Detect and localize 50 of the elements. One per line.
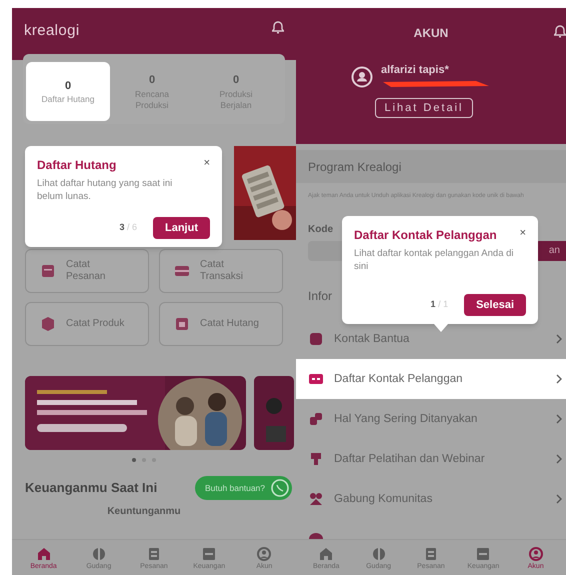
tooltip-title: Daftar Kontak Pelanggan bbox=[354, 228, 497, 244]
nav-icon bbox=[370, 546, 387, 562]
nav-icon bbox=[36, 546, 52, 562]
nav-icon bbox=[318, 546, 334, 562]
menu-icon bbox=[308, 451, 324, 468]
user-name: alfarizi tapis* bbox=[381, 64, 450, 78]
avatar-icon bbox=[351, 66, 373, 88]
nav-icon bbox=[528, 546, 544, 562]
menu-item[interactable]: Hal Yang Sering Ditanyakan bbox=[296, 399, 566, 440]
bell-icon bbox=[272, 20, 284, 34]
menu-icon bbox=[308, 411, 324, 428]
bell-icon bbox=[554, 24, 566, 38]
section-header: Infor bbox=[308, 288, 332, 306]
tooltip-title: Daftar Hutang bbox=[37, 158, 116, 173]
menu-item[interactable]: Gabung Komunitas bbox=[296, 479, 566, 520]
nav-icon bbox=[90, 546, 107, 562]
close-button[interactable]: × bbox=[204, 158, 210, 169]
chat-icon bbox=[271, 479, 289, 497]
help-button[interactable]: Butuh bantuan? bbox=[194, 476, 292, 500]
nav-icon bbox=[201, 546, 218, 562]
card-title: Keuntunganmu bbox=[106, 506, 182, 518]
next-button[interactable]: Selesai bbox=[464, 294, 526, 316]
shortcut-button[interactable]: Catat Pesanan bbox=[25, 249, 149, 293]
detail-button[interactable]: Lihat Detail bbox=[375, 98, 473, 118]
menu-item[interactable]: Daftar Kontak Pelanggan bbox=[296, 359, 566, 400]
nav-icon bbox=[475, 546, 492, 562]
menu-item[interactable]: Kontak Bantua bbox=[296, 319, 566, 360]
section-title: Keuanganmu Saat Ini bbox=[25, 479, 158, 498]
shortcut-button[interactable]: Catat Hutang bbox=[159, 302, 283, 346]
chevron-icon bbox=[556, 454, 562, 464]
section-header: Program Krealogi bbox=[296, 150, 566, 184]
shortcut-button[interactable]: Catat Transaksi bbox=[159, 249, 283, 293]
tooltip-text: Lihat daftar hutang yang saat ini belum lunas. bbox=[37, 177, 174, 203]
stat-tab[interactable]: 0 Daftar Hutang bbox=[26, 62, 110, 121]
chevron-icon bbox=[556, 414, 562, 424]
screen-title: AKUN bbox=[414, 25, 448, 42]
menu-icon bbox=[308, 331, 324, 348]
tooltip-text: Lihat daftar kontak pelanggan Anda di sini bbox=[354, 247, 514, 274]
chevron-icon bbox=[556, 374, 562, 384]
menu-icon bbox=[308, 531, 324, 540]
menu-icon bbox=[308, 491, 324, 508]
next-button[interactable]: Lanjut bbox=[153, 216, 210, 239]
chevron-icon bbox=[556, 494, 562, 504]
close-button[interactable]: × bbox=[520, 228, 526, 240]
nav-icon bbox=[256, 546, 272, 562]
chevron-icon bbox=[556, 334, 562, 344]
logo: krealogi bbox=[24, 21, 80, 41]
shortcut-button[interactable]: Catat Produk bbox=[25, 302, 149, 346]
menu-item[interactable]: Daftar Pelatihan dan Webinar bbox=[296, 439, 566, 480]
code-label: Kode bbox=[308, 223, 333, 238]
